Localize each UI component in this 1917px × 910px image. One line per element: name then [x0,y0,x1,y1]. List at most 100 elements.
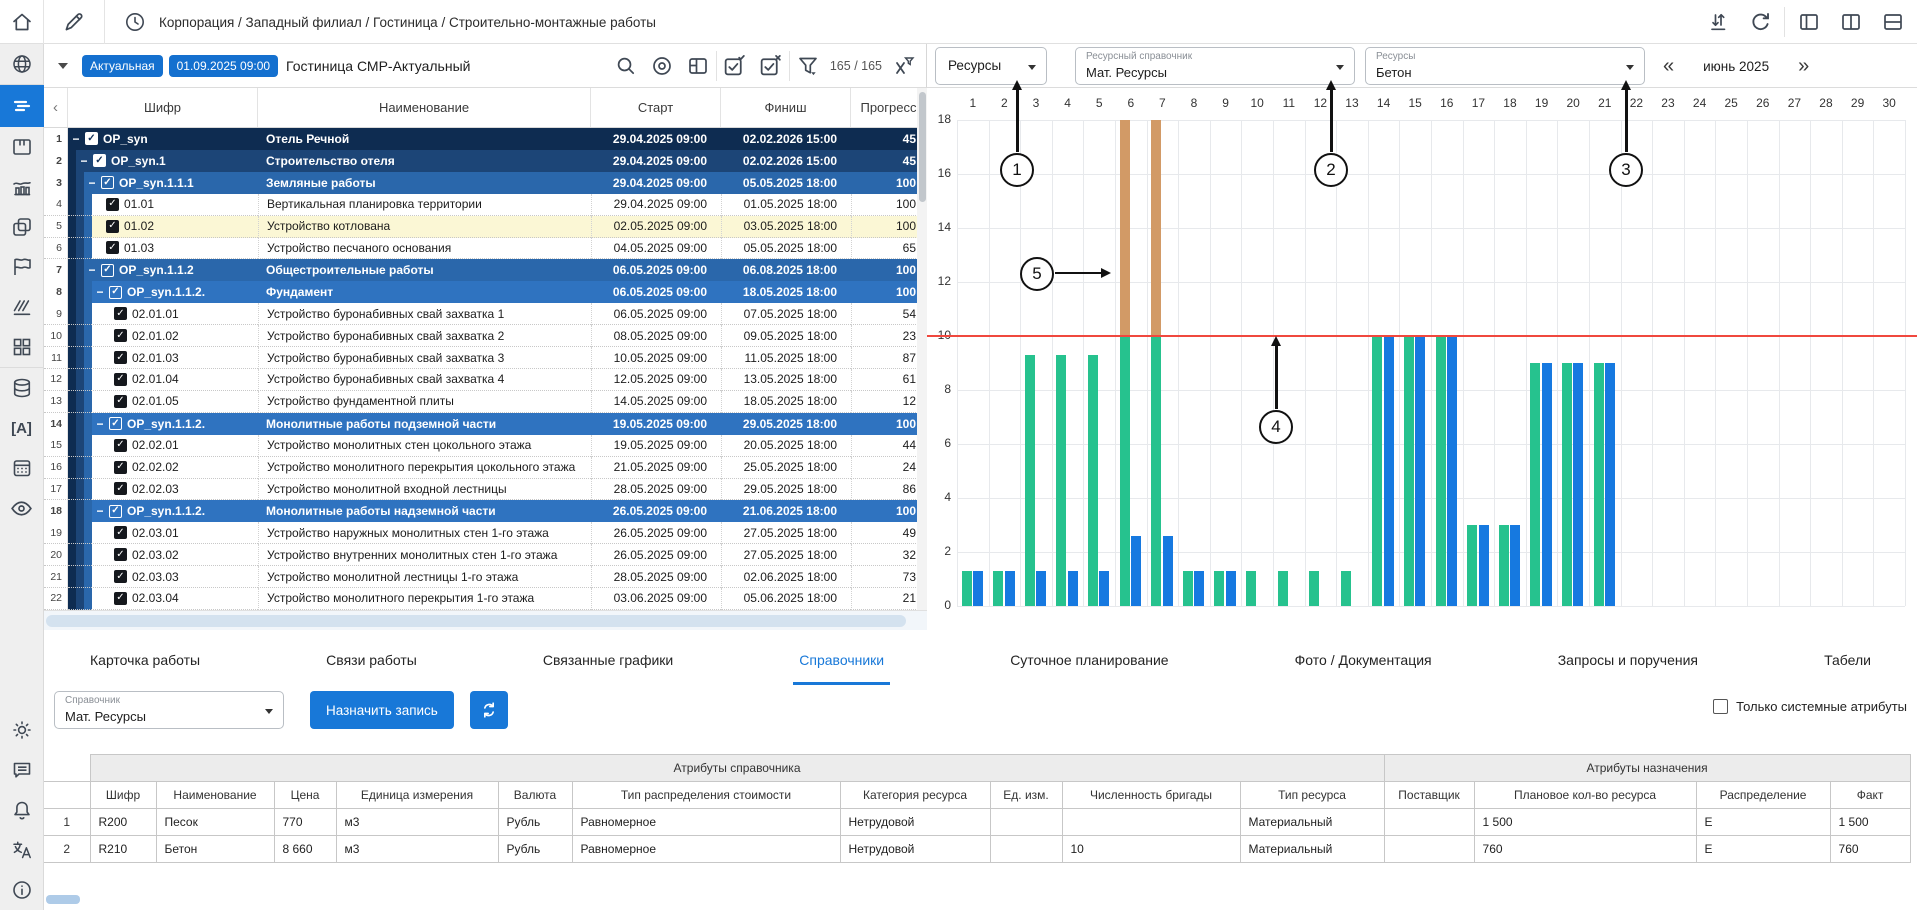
task-row[interactable]: 1−✓OP_synОтель Речной29.04.2025 09:0002.… [44,128,926,150]
ref-column-header[interactable]: Категория ресурса [840,782,990,809]
tab-2[interactable]: Связанные графики [537,634,679,685]
layout-left-panel-button[interactable] [1791,4,1827,40]
rail-item-theme[interactable] [0,710,44,750]
check-all-button[interactable] [717,48,753,84]
prev-month-button[interactable]: « [1663,56,1674,76]
collapse-toggle[interactable]: − [96,285,104,299]
tab-1[interactable]: Связи работы [320,634,423,685]
resource-select[interactable]: Ресурсы Бетон [1365,47,1645,85]
column-header-code[interactable]: Шифр [68,88,258,127]
task-row[interactable]: 12✓02.01.04Устройство буронабивных свай … [44,369,926,391]
ref-column-header[interactable]: Плановое кол-во ресурса [1474,782,1696,809]
ref-column-header[interactable]: Валюта [498,782,572,809]
task-row[interactable]: 4✓01.01Вертикальная планировка территори… [44,194,926,216]
rail-item-notifications[interactable] [0,790,44,830]
task-row[interactable]: 19✓02.03.01Устройство наружных монолитны… [44,522,926,544]
collapse-toggle[interactable]: − [96,417,104,431]
row-checkbox[interactable]: ✓ [114,351,127,364]
panel-settings-button[interactable] [680,48,716,84]
task-row[interactable]: 14−✓OP_syn.1.1.2.Монолитные работы подзе… [44,413,926,435]
column-header-finish[interactable]: Финиш [721,88,851,127]
task-row[interactable]: 21✓02.03.03Устройство монолитной лестниц… [44,566,926,588]
rail-item-copies[interactable] [0,207,44,247]
ref-column-header[interactable]: Цена [274,782,336,809]
collapse-all-button[interactable]: ‹ [44,88,68,127]
layout-columns-button[interactable] [1833,4,1869,40]
collapse-toggle[interactable]: − [88,263,96,277]
row-checkbox[interactable]: ✓ [85,132,98,145]
rail-item-language[interactable] [0,830,44,870]
row-checkbox[interactable]: ✓ [114,592,127,605]
bottom-horizontal-scrollbar[interactable] [46,895,80,904]
row-checkbox[interactable]: ✓ [109,505,122,518]
tab-5[interactable]: Фото / Документация [1289,634,1438,685]
ref-column-header[interactable]: Единица измерения [336,782,498,809]
tab-0[interactable]: Карточка работы [84,634,206,685]
collapse-toggle[interactable]: − [88,176,96,190]
task-horizontal-scrollbar[interactable] [44,610,927,630]
collapse-toggle[interactable]: − [96,504,104,518]
ref-column-header[interactable]: Поставщик [1384,782,1474,809]
ref-column-header[interactable]: Тип ресурса [1240,782,1384,809]
task-row[interactable]: 8−✓OP_syn.1.1.2.Фундамент06.05.2025 09:0… [44,281,926,303]
refresh-records-button[interactable] [470,691,508,729]
rail-item-database[interactable] [0,368,44,408]
ref-column-header[interactable]: Факт [1830,782,1910,809]
tab-6[interactable]: Запросы и поручения [1552,634,1704,685]
assign-record-button[interactable]: Назначить запись [310,691,454,729]
row-checkbox[interactable]: ✓ [93,154,106,167]
filter-button[interactable] [790,48,826,84]
layout-rows-button[interactable] [1875,4,1911,40]
row-checkbox[interactable]: ✓ [114,482,127,495]
refresh-view-button[interactable] [1742,4,1778,40]
row-checkbox[interactable]: ✓ [114,526,127,539]
ref-column-header[interactable]: Тип распределения стоимости [572,782,840,809]
task-row[interactable]: 13✓02.01.05Устройство фундаментной плиты… [44,391,926,413]
row-checkbox[interactable]: ✓ [114,439,127,452]
rail-item-globe[interactable] [0,44,44,84]
tab-7[interactable]: Табели [1818,634,1877,685]
column-header-progress[interactable]: Прогресс [851,88,926,127]
task-row[interactable]: 2−✓OP_syn.1Строительство отеля29.04.2025… [44,150,926,172]
rail-item-comments[interactable] [0,750,44,790]
ref-table-row[interactable]: 2R210Бетон8 660м3РубльРавномерноеНетрудо… [44,836,1910,863]
column-header-start[interactable]: Старт [591,88,721,127]
task-row[interactable]: 7−✓OP_syn.1.1.2Общестроительные работы06… [44,259,926,281]
dictionary-select[interactable]: Ресурсный справочник Мат. Ресурсы [1075,47,1355,85]
rail-item-milestones[interactable] [0,247,44,287]
visibility-button[interactable] [644,48,680,84]
task-row[interactable]: 20✓02.03.02Устройство внутренних монолит… [44,544,926,566]
task-row[interactable]: 3−✓OP_syn.1.1.1Земляные работы29.04.2025… [44,172,926,194]
rail-item-calendar[interactable] [0,448,44,488]
ref-column-header[interactable]: Численность бригады [1062,782,1240,809]
ref-column-header[interactable]: Распределение [1696,782,1830,809]
row-checkbox[interactable]: ✓ [114,307,127,320]
rail-item-gantt[interactable] [0,85,44,127]
rail-item-modules[interactable] [0,327,44,367]
rail-item-visibility[interactable] [0,488,44,528]
mode-select[interactable]: Ресурсы [935,47,1047,85]
row-checkbox[interactable]: ✓ [106,198,119,211]
task-vertical-scrollbar[interactable] [917,88,927,610]
rail-item-info[interactable] [0,870,44,910]
row-checkbox[interactable]: ✓ [114,329,127,342]
row-checkbox[interactable]: ✓ [114,548,127,561]
home-button[interactable] [0,0,44,44]
row-checkbox[interactable]: ✓ [114,395,127,408]
next-month-button[interactable]: » [1798,56,1809,76]
sort-button[interactable] [1700,4,1736,40]
task-row[interactable]: 17✓02.02.03Устройство монолитной входной… [44,479,926,501]
task-row[interactable]: 22✓02.03.04Устройство монолитного перекр… [44,588,926,610]
task-row[interactable]: 10✓02.01.02Устройство буронабивных свай … [44,325,926,347]
row-checkbox[interactable]: ✓ [114,570,127,583]
collapse-toggle[interactable]: − [72,132,80,146]
ref-table-row[interactable]: 1R200Песок770м3РубльРавномерноеНетрудово… [44,809,1910,836]
row-checkbox[interactable]: ✓ [109,286,122,299]
task-row[interactable]: 18−✓OP_syn.1.1.2.Монолитные работы надзе… [44,500,926,522]
row-checkbox[interactable]: ✓ [101,264,114,277]
rail-item-attributes[interactable]: [A] [0,408,44,448]
task-row[interactable]: 6✓01.03Устройство песчаного основания04.… [44,238,926,260]
row-checkbox[interactable]: ✓ [101,176,114,189]
ref-column-header[interactable]: Ед. изм. [990,782,1062,809]
rail-item-hatch[interactable] [0,287,44,327]
